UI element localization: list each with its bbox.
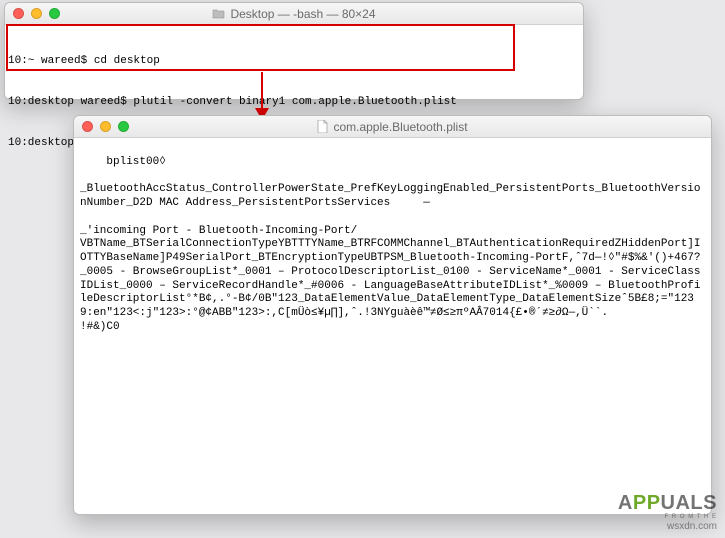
minimize-icon[interactable] <box>31 8 42 19</box>
window-controls <box>74 121 129 132</box>
terminal-titlebar[interactable]: Desktop — -bash — 80×24 <box>5 3 583 25</box>
folder-icon <box>212 8 225 19</box>
editor-title-text: com.apple.Bluetooth.plist <box>333 120 467 134</box>
editor-titlebar[interactable]: com.apple.Bluetooth.plist <box>74 116 711 138</box>
editor-content: bplist00◊ _BluetoothAccStatus_Controller… <box>80 156 701 333</box>
editor-body[interactable]: bplist00◊ _BluetoothAccStatus_Controller… <box>74 138 711 352</box>
minimize-icon[interactable] <box>100 121 111 132</box>
watermark-sub: F R O M T H E <box>618 514 717 521</box>
maximize-icon[interactable] <box>118 121 129 132</box>
terminal-title-text: Desktop — -bash — 80×24 <box>230 7 375 21</box>
watermark-site: wsxdn.com <box>618 521 717 532</box>
editor-window[interactable]: com.apple.Bluetooth.plist bplist00◊ _Blu… <box>73 115 712 515</box>
document-icon <box>317 120 328 133</box>
watermark-brand: APPUALS <box>618 492 717 514</box>
close-icon[interactable] <box>82 121 93 132</box>
maximize-icon[interactable] <box>49 8 60 19</box>
window-controls <box>5 8 60 19</box>
close-icon[interactable] <box>13 8 24 19</box>
terminal-title: Desktop — -bash — 80×24 <box>5 7 583 21</box>
editor-title: com.apple.Bluetooth.plist <box>74 120 711 134</box>
watermark: APPUALS F R O M T H E wsxdn.com <box>618 492 717 532</box>
terminal-line: 10:~ wareed$ cd desktop <box>8 55 580 69</box>
terminal-window[interactable]: Desktop — -bash — 80×24 10:~ wareed$ cd … <box>4 2 584 100</box>
terminal-line: 10:desktop wareed$ plutil -convert binar… <box>8 96 580 110</box>
